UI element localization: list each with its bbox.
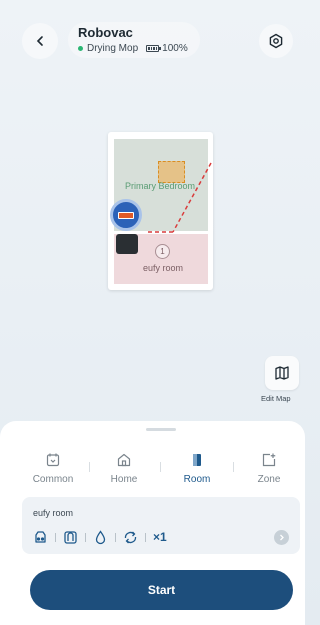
home-icon (117, 453, 131, 467)
tab-divider (233, 462, 234, 472)
separator (55, 532, 56, 542)
room-label-primary-bedroom: Primary Bedroom (125, 181, 196, 191)
separator (145, 532, 146, 542)
tab-common[interactable]: Common (25, 452, 81, 485)
room-next-button[interactable] (274, 530, 289, 545)
clean-count[interactable]: ×1 (153, 530, 167, 544)
edit-map-button[interactable] (265, 356, 299, 390)
clean-route-icon[interactable] (123, 530, 138, 545)
tab-room[interactable]: Room (169, 452, 225, 485)
start-button[interactable]: Start (30, 570, 293, 610)
water-level-icon[interactable] (93, 529, 108, 545)
tab-label: Room (183, 474, 211, 485)
calendar-clean-icon (46, 453, 60, 467)
robot-position-marker (110, 199, 142, 231)
room-label-eufy-room: eufy room (143, 263, 184, 273)
tab-zone[interactable]: Zone (241, 452, 297, 485)
map-icon (275, 366, 289, 380)
room-number-badge: 1 (155, 244, 170, 259)
tab-label: Common (32, 474, 74, 485)
zone-add-icon (262, 453, 276, 467)
separator (85, 532, 86, 542)
mop-mode-icon[interactable] (63, 530, 78, 545)
tab-home[interactable]: Home (96, 452, 152, 485)
tab-label: Home (110, 474, 138, 485)
separator (115, 532, 116, 542)
chevron-right-icon (280, 534, 284, 541)
tab-label: Zone (257, 474, 281, 485)
room-door-icon (193, 454, 201, 466)
edit-map-label: Edit Map (261, 394, 291, 403)
robot-icon (118, 211, 134, 219)
suction-power-icon[interactable] (33, 530, 48, 545)
tab-divider (160, 462, 161, 472)
charging-dock-icon (116, 234, 138, 254)
tab-divider (89, 462, 90, 472)
selected-room-name: eufy room (33, 508, 74, 518)
room-settings-row[interactable]: ×1 (33, 528, 167, 546)
sheet-handle[interactable] (146, 428, 176, 431)
